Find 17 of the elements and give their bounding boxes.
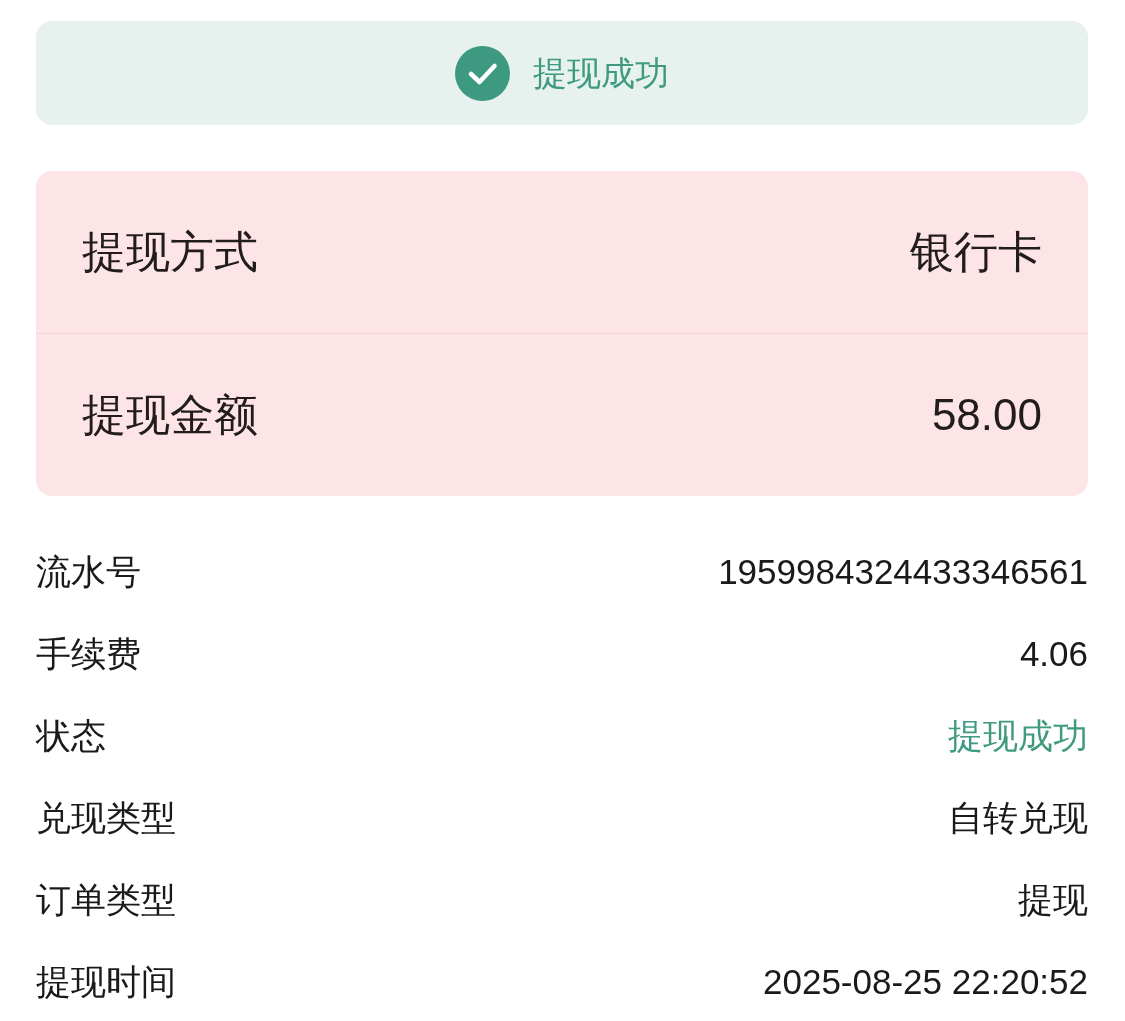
status-value: 提现成功 [948, 717, 1088, 753]
detail-value: 自转兑现 [948, 799, 1088, 835]
detail-value: 提现 [1018, 881, 1088, 917]
detail-label: 手续费 [36, 635, 141, 671]
summary-value: 银行卡 [910, 230, 1042, 274]
detail-label: 兑现类型 [36, 799, 176, 835]
detail-value: 1959984324433346561 [718, 553, 1088, 589]
detail-label: 流水号 [36, 553, 141, 589]
detail-label: 状态 [36, 717, 106, 753]
detail-label: 提现时间 [36, 963, 176, 999]
summary-value: 58.00 [931, 393, 1042, 437]
detail-label: 订单类型 [36, 881, 176, 917]
detail-value: 4.06 [1019, 635, 1088, 671]
summary-label: 提现金额 [82, 393, 258, 437]
status-title: 提现成功 [533, 56, 669, 90]
summary-label: 提现方式 [82, 230, 258, 274]
detail-value: 2025-08-25 22:20:52 [763, 963, 1088, 999]
